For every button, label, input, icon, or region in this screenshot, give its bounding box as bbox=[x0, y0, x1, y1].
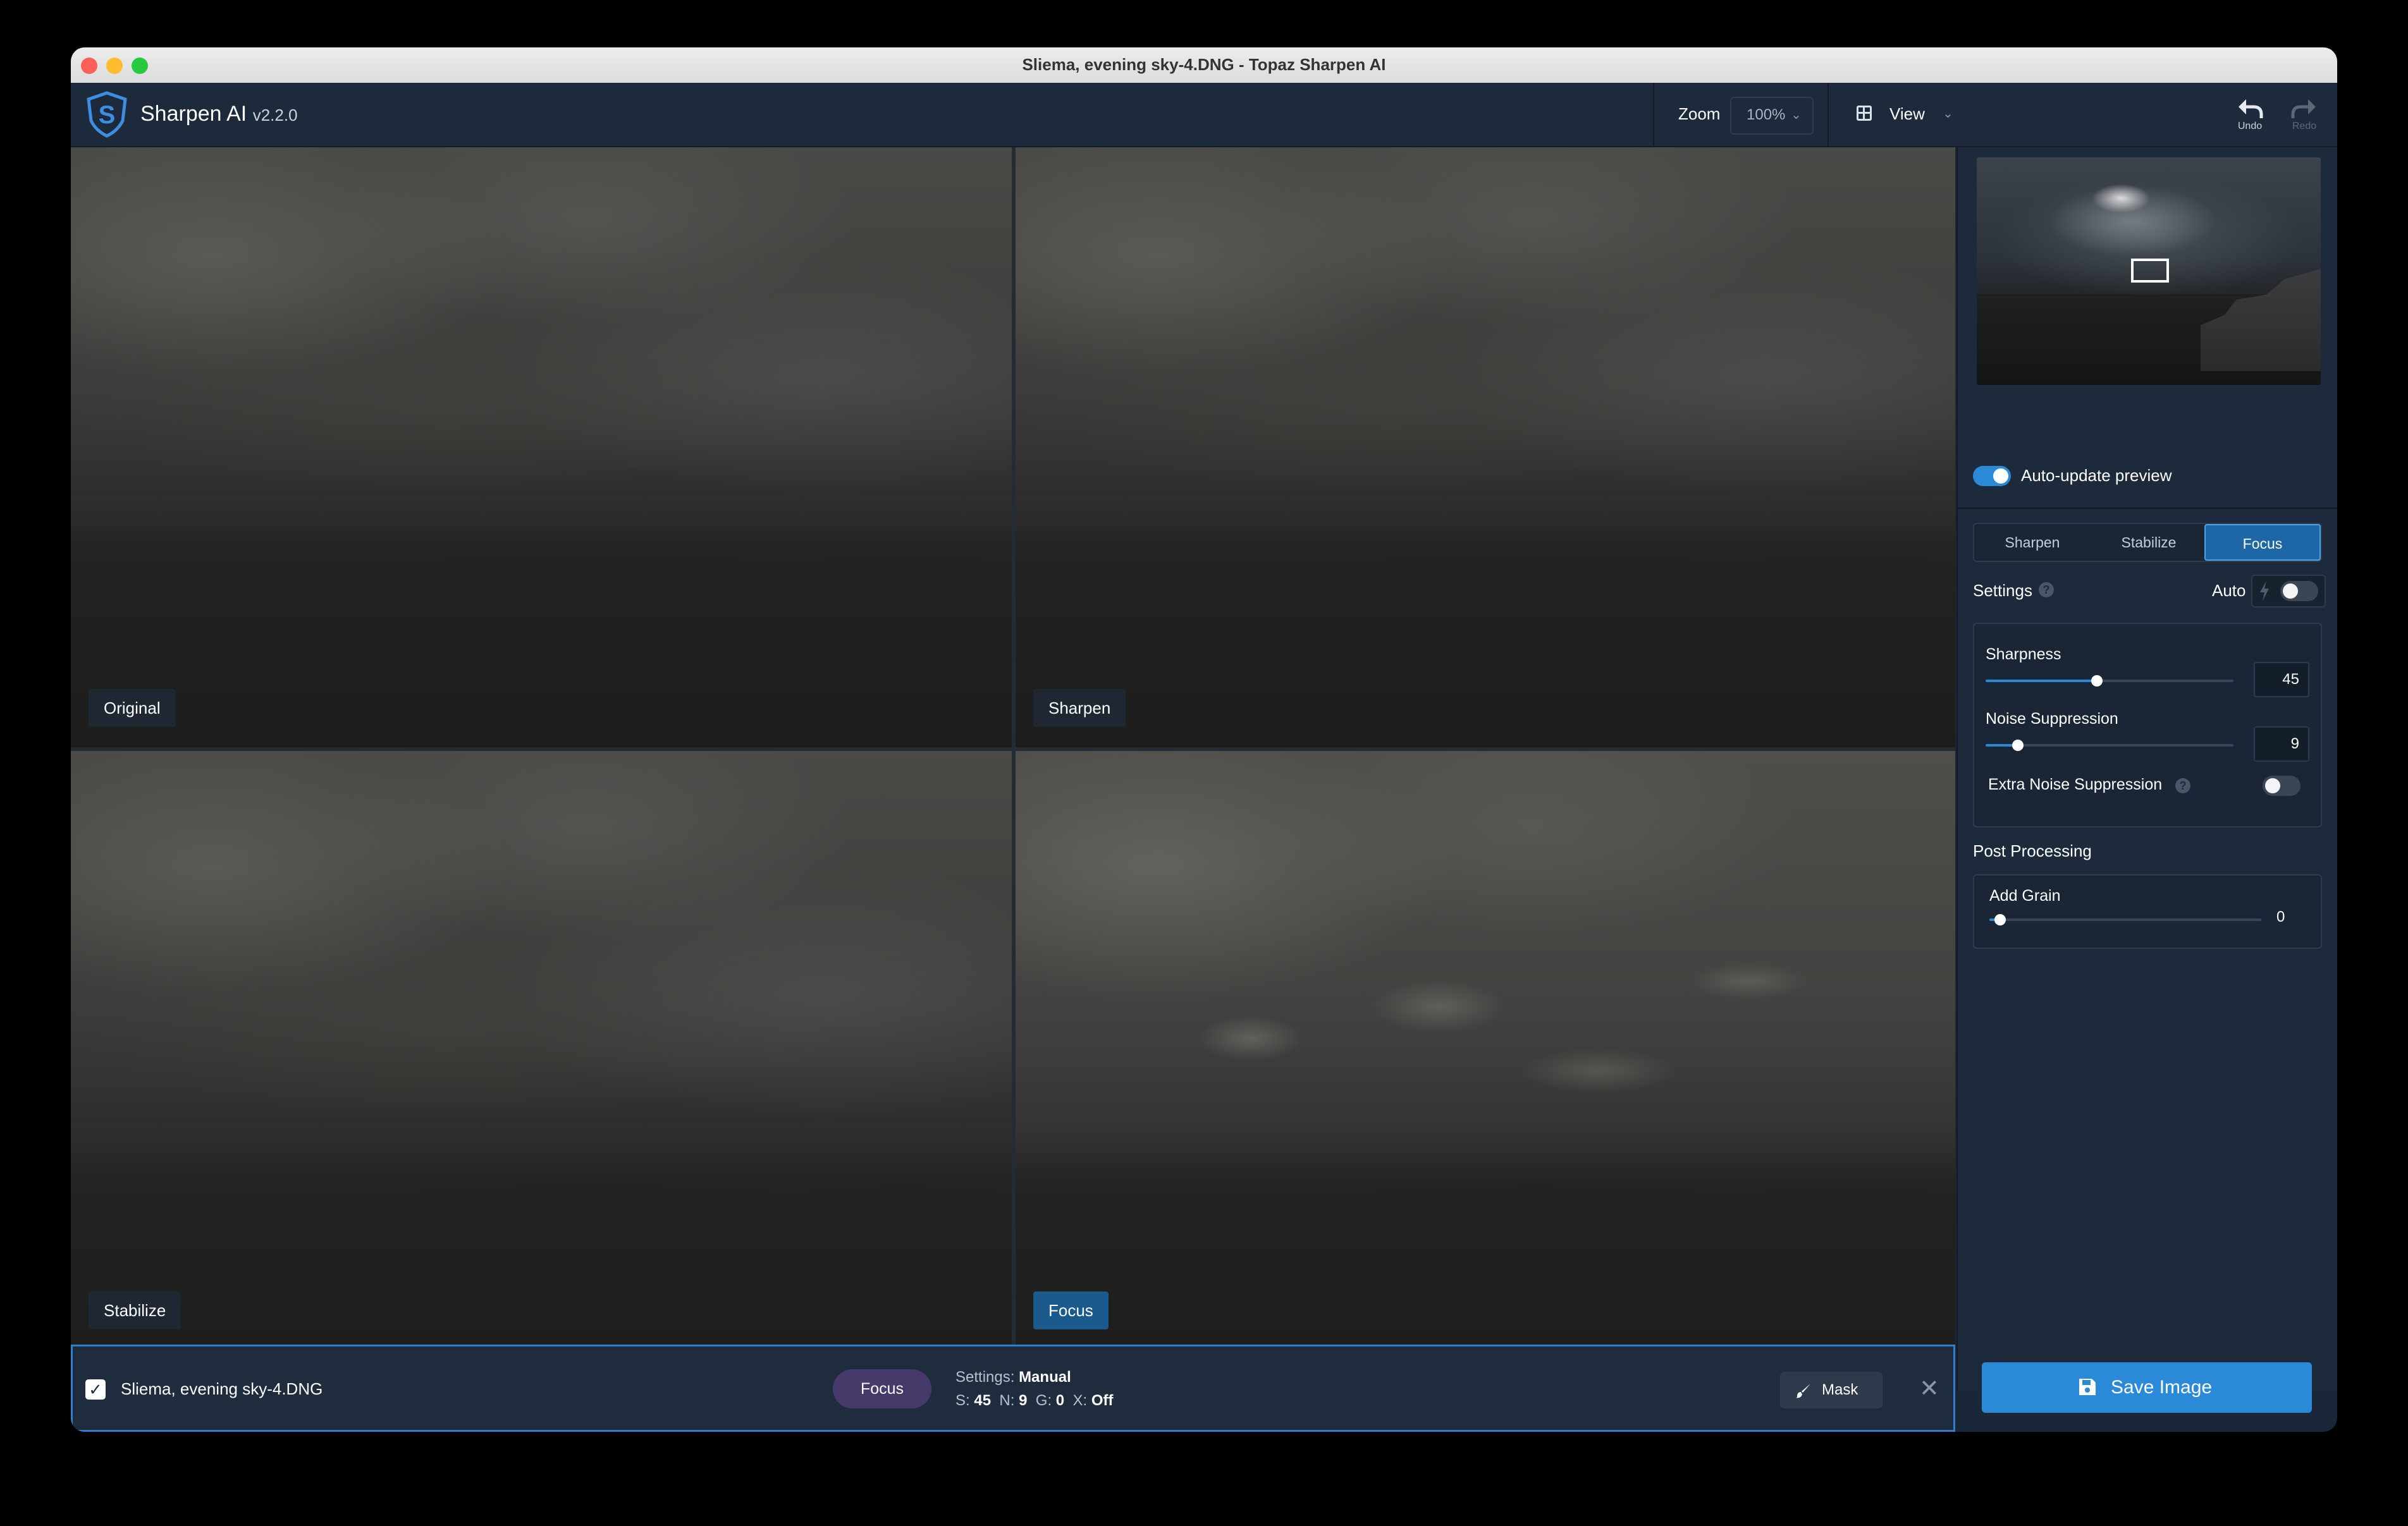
extra-noise-suppression-toggle[interactable] bbox=[2263, 776, 2300, 796]
settings-summary: Settings: Manual S: 45 N: 9 G: 0 X: Off bbox=[955, 1365, 1114, 1412]
n-value: 9 bbox=[1019, 1392, 1028, 1409]
lightning-icon bbox=[2260, 581, 2269, 601]
zoom-value: 100% bbox=[1747, 106, 1786, 123]
redo-label: Redo bbox=[2292, 121, 2317, 131]
pane-label: Original bbox=[89, 689, 176, 727]
foreground bbox=[71, 519, 1012, 747]
undo-button[interactable]: Undo bbox=[2231, 89, 2269, 140]
pane-label: Focus bbox=[1033, 1291, 1109, 1329]
slider-thumb[interactable] bbox=[2091, 675, 2103, 687]
tab-stabilize[interactable]: Stabilize bbox=[2091, 524, 2207, 561]
divider bbox=[1958, 508, 2337, 509]
slider-thumb[interactable] bbox=[1994, 914, 2006, 925]
undo-icon bbox=[2239, 99, 2263, 118]
mask-label: Mask bbox=[1822, 1381, 1858, 1398]
pane-divider bbox=[71, 747, 1955, 751]
sharpness-value[interactable]: 45 bbox=[2254, 662, 2309, 697]
auto-update-toggle[interactable] bbox=[1973, 466, 2011, 486]
x-value: Off bbox=[1091, 1392, 1114, 1409]
redo-icon bbox=[2291, 99, 2316, 118]
tab-sharpen[interactable]: Sharpen bbox=[1974, 524, 2091, 561]
title-bar: Sliema, evening sky-4.DNG - Topaz Sharpe… bbox=[71, 47, 2337, 83]
help-icon[interactable]: ? bbox=[2039, 582, 2054, 597]
add-grain-value: 0 bbox=[2276, 908, 2285, 925]
zoom-control: Zoom 100% ⌄ bbox=[1653, 83, 1829, 146]
post-processing-card: Add Grain 0 bbox=[1973, 874, 2322, 949]
preview-pane-sharpen[interactable]: Sharpen bbox=[1016, 147, 1955, 747]
noise-suppression-value[interactable]: 9 bbox=[2254, 726, 2309, 762]
noise-suppression-label: Noise Suppression bbox=[1986, 710, 2118, 728]
file-name: Sliema, evening sky-4.DNG bbox=[121, 1379, 323, 1398]
chevron-down-icon: ⌄ bbox=[1943, 107, 1953, 121]
mode-badge: Focus bbox=[833, 1369, 931, 1408]
topaz-logo-icon: S bbox=[87, 91, 127, 138]
settings-prefix: Settings: bbox=[955, 1369, 1015, 1386]
n-label: N: bbox=[999, 1392, 1015, 1409]
auto-label: Auto bbox=[2212, 581, 2246, 600]
pane-divider bbox=[1012, 147, 1016, 1390]
view-dropdown[interactable]: View ⌄ bbox=[1849, 83, 2001, 146]
view-label: View bbox=[1889, 104, 1925, 123]
file-checkbox[interactable]: ✓ bbox=[85, 1379, 106, 1400]
foreground bbox=[1016, 519, 1955, 747]
sharpness-slider[interactable] bbox=[1986, 675, 2233, 687]
pane-label: Stabilize bbox=[89, 1291, 181, 1329]
auto-toggle[interactable] bbox=[2280, 581, 2318, 601]
redo-button[interactable]: Redo bbox=[2285, 89, 2323, 140]
remove-file-button[interactable]: ✕ bbox=[1919, 1374, 1939, 1403]
g-value: 0 bbox=[1055, 1392, 1065, 1409]
preview-grid: Original Sharpen Stabilize Focus bbox=[71, 147, 1955, 1390]
s-label: S: bbox=[955, 1392, 970, 1409]
app-window: Sliema, evening sky-4.DNG - Topaz Sharpe… bbox=[71, 47, 2337, 1432]
svg-text:S: S bbox=[99, 101, 116, 129]
tab-focus[interactable]: Focus bbox=[2204, 524, 2321, 561]
preview-pane-stabilize[interactable]: Stabilize bbox=[71, 751, 1012, 1390]
auto-settings-control bbox=[2251, 575, 2326, 607]
sharpness-label: Sharpness bbox=[1986, 645, 2061, 663]
preview-pane-focus[interactable]: Focus bbox=[1016, 751, 1955, 1390]
navigator-thumbnail[interactable] bbox=[1977, 157, 2321, 385]
settings-label: Settings bbox=[1973, 581, 2032, 600]
zoom-label: Zoom bbox=[1678, 104, 1721, 123]
s-value: 45 bbox=[974, 1392, 992, 1409]
slider-thumb[interactable] bbox=[2012, 740, 2024, 751]
add-grain-slider[interactable] bbox=[1989, 914, 2261, 925]
help-icon[interactable]: ? bbox=[2175, 778, 2190, 793]
navigator-town bbox=[2200, 269, 2321, 372]
app-name: Sharpen AI bbox=[140, 102, 247, 126]
save-icon bbox=[2079, 1379, 2096, 1395]
chevron-down-icon: ⌄ bbox=[1791, 108, 1802, 122]
grid-layout-icon bbox=[1857, 106, 1872, 121]
post-processing-label: Post Processing bbox=[1973, 841, 2092, 860]
mask-button[interactable]: Mask bbox=[1780, 1372, 1883, 1408]
app-title: Sharpen AI v2.2.0 bbox=[140, 102, 298, 126]
file-bar[interactable]: ✓ Sliema, evening sky-4.DNG Focus Settin… bbox=[71, 1345, 1955, 1432]
brush-icon bbox=[1796, 1384, 1810, 1398]
pane-label: Sharpen bbox=[1033, 689, 1126, 727]
settings-mode: Manual bbox=[1019, 1369, 1071, 1386]
settings-card: Sharpness 45 Noise Suppression 9 Extra N… bbox=[1973, 623, 2322, 827]
mode-tabs: Sharpen Stabilize Focus bbox=[1973, 523, 2322, 562]
settings-sidebar: Auto-update preview Sharpen Stabilize Fo… bbox=[1956, 147, 2337, 1390]
navigator-viewport-rect[interactable] bbox=[2131, 259, 2169, 283]
undo-label: Undo bbox=[2237, 121, 2263, 131]
app-version: v2.2.0 bbox=[252, 106, 298, 125]
x-label: X: bbox=[1072, 1392, 1088, 1409]
app-header: S Sharpen AI v2.2.0 Zoom 100% ⌄ View ⌄ U… bbox=[71, 83, 2337, 147]
noise-suppression-slider[interactable] bbox=[1986, 740, 2233, 751]
auto-update-label: Auto-update preview bbox=[2021, 466, 2172, 485]
g-label: G: bbox=[1035, 1392, 1052, 1409]
extra-noise-suppression-label: Extra Noise Suppression bbox=[1988, 776, 2163, 793]
zoom-dropdown[interactable]: 100% ⌄ bbox=[1730, 97, 1814, 135]
save-image-label: Save Image bbox=[2111, 1377, 2213, 1398]
save-image-button[interactable]: Save Image bbox=[1982, 1362, 2312, 1413]
add-grain-label: Add Grain bbox=[1989, 887, 2061, 905]
window-title: Sliema, evening sky-4.DNG - Topaz Sharpe… bbox=[1022, 55, 1386, 74]
preview-pane-original[interactable]: Original bbox=[71, 147, 1012, 747]
slider-fill bbox=[1986, 680, 2098, 682]
